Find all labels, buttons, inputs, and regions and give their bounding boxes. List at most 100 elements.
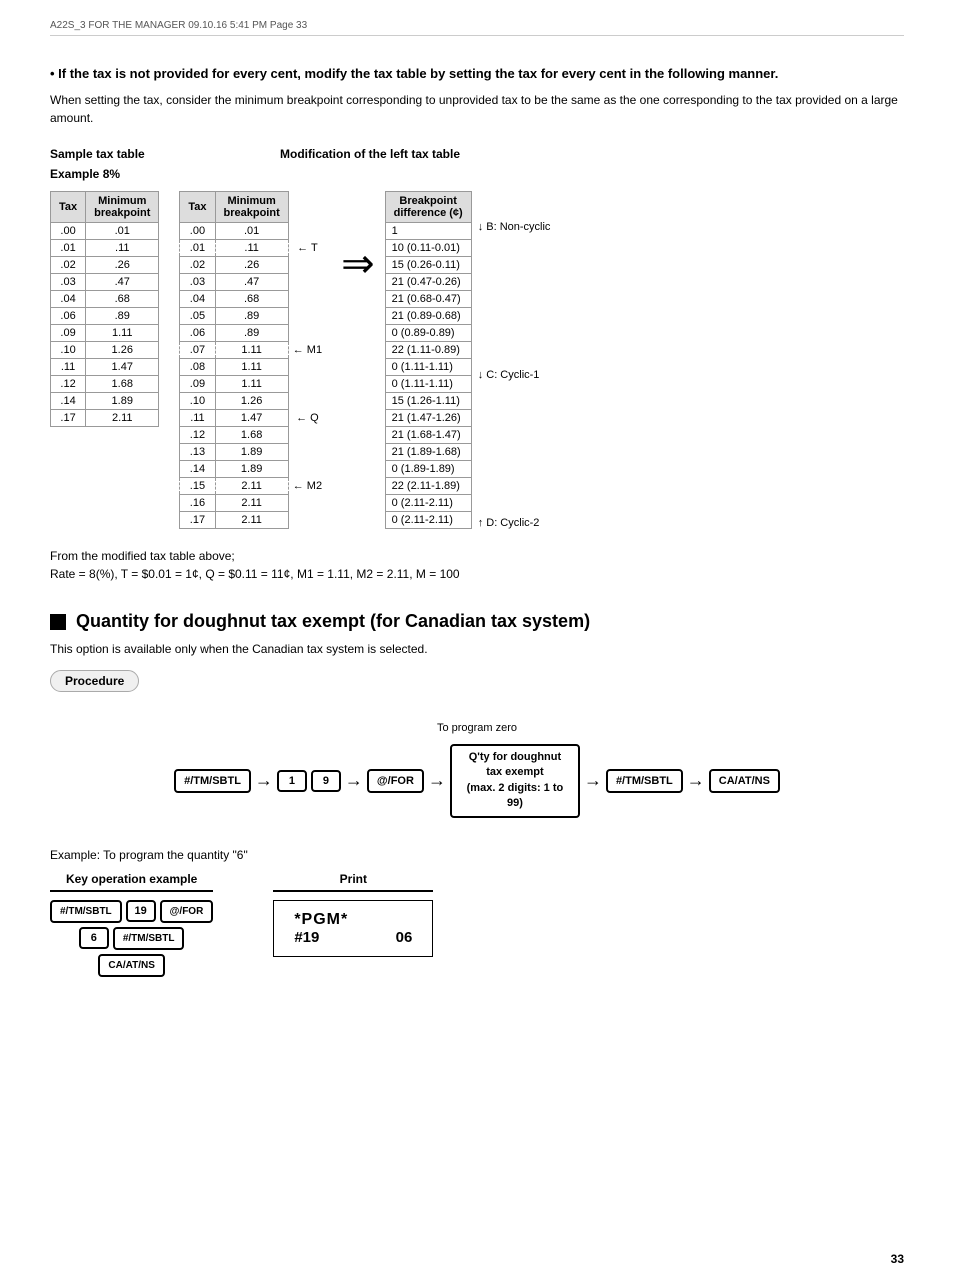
flow-key-tmstbl: #/TM/SBTL xyxy=(174,769,251,793)
ex-key-6: 6 xyxy=(79,927,109,949)
table-row: 21 (0.89-0.68) xyxy=(385,308,471,325)
table-row: 0 (1.89-1.89) xyxy=(385,461,471,478)
table-row: 0 (0.89-0.89) xyxy=(385,325,471,342)
modification-label: Modification of the left tax table xyxy=(280,147,460,161)
table-row: 0 (1.11-1.11) xyxy=(385,359,471,376)
table-row: .111.47 xyxy=(51,359,159,376)
key-op-title: Key operation example xyxy=(50,872,213,892)
key-op-rows: #/TM/SBTL 19 @/FOR 6 #/TM/SBTL CA/AT/NS xyxy=(50,900,213,977)
print-title: Print xyxy=(273,872,433,892)
flow-diagram: #/TM/SBTL → 1 9 → @/FOR → Q'ty for dough… xyxy=(50,744,904,818)
flow-key-9: 9 xyxy=(311,770,341,792)
section-title: Quantity for doughnut tax exempt (for Ca… xyxy=(76,611,590,632)
table-row: .121.68 xyxy=(51,376,159,393)
table-row: 0 (2.11-2.11) xyxy=(385,495,471,512)
print-pgm: *PGM* xyxy=(294,911,412,929)
availability-text: This option is available only when the C… xyxy=(50,642,904,656)
table-row: .05.89 xyxy=(180,308,331,325)
col-tax: Tax xyxy=(51,192,86,223)
table-row: 21 (1.68-1.47) xyxy=(385,427,471,444)
table-row: .04.68 xyxy=(51,291,159,308)
flow-arrow-2: → xyxy=(345,770,363,791)
table-labels-row: Sample tax table Example 8% Modification… xyxy=(50,147,904,187)
sample-tax-table: Tax Minimumbreakpoint .00.01.01.11.02.26… xyxy=(50,191,159,427)
flow-label-above: To program zero xyxy=(50,722,904,734)
modified-table-group: Tax Minimumbreakpoint .00.01.01.11← T.02… xyxy=(179,191,331,529)
ex-key-tmstbl: #/TM/SBTL xyxy=(50,900,122,923)
table-row: .162.11 xyxy=(180,495,331,512)
flow-arrow-1: → xyxy=(255,770,273,791)
bp-label-item: ↓ B: Non-cyclic xyxy=(478,221,551,233)
table-row: .172.11 xyxy=(180,512,331,529)
table-row: 1 xyxy=(385,223,471,240)
flow-key-caatns: CA/AT/NS xyxy=(709,769,780,793)
modified-area: Tax Minimumbreakpoint .00.01.01.11← T.02… xyxy=(179,191,550,529)
flow-key-program: Q'ty for doughnuttax exempt(max. 2 digit… xyxy=(450,744,580,818)
print-box: *PGM* #19 06 xyxy=(273,900,433,957)
table-row: .141.89 xyxy=(180,461,331,478)
ex-key-for: @/FOR xyxy=(160,900,214,923)
table-row: .131.89 xyxy=(180,444,331,461)
table-row: .101.26 xyxy=(180,393,331,410)
table-row: .02.26 xyxy=(51,257,159,274)
table-row: 0 (2.11-2.11) xyxy=(385,512,471,529)
mod-col-marker xyxy=(288,192,330,223)
table-row: .101.26 xyxy=(51,342,159,359)
print-row: #19 06 xyxy=(294,929,412,946)
bp-header: Breakpointdifference (¢) xyxy=(385,192,471,223)
bp-label-item: ↑ D: Cyclic-2 xyxy=(478,517,551,529)
flow-diagram-container: To program zero #/TM/SBTL → 1 9 → @/FOR … xyxy=(50,722,904,818)
from-modified-line1: From the modified tax table above; xyxy=(50,549,904,563)
table-row: .172.11 xyxy=(51,410,159,427)
table-label-right: Modification of the left tax table xyxy=(280,147,460,187)
sample-table-label1: Sample tax table xyxy=(50,147,250,161)
table-row: .091.11 xyxy=(51,325,159,342)
ex-key-caatns: CA/AT/NS xyxy=(98,954,164,977)
mod-col-tax: Tax xyxy=(180,192,215,223)
modified-tax-table: Tax Minimumbreakpoint .00.01.01.11← T.02… xyxy=(179,191,331,529)
breakpoint-area: Breakpointdifference (¢) 110 (0.11-0.01)… xyxy=(385,191,551,529)
table-row: 15 (1.26-1.11) xyxy=(385,393,471,410)
black-square-icon xyxy=(50,614,66,630)
key-op-row-2: 6 #/TM/SBTL xyxy=(79,927,185,950)
table-row: .00.01 xyxy=(180,223,331,240)
breakpoint-table: Breakpointdifference (¢) 110 (0.11-0.01)… xyxy=(385,191,472,529)
table-row: 0 (1.11-1.11) xyxy=(385,376,471,393)
key-op-row-1: #/TM/SBTL 19 @/FOR xyxy=(50,900,213,923)
bullet-sub-text: When setting the tax, consider the minim… xyxy=(50,91,904,127)
flow-key-for: @/FOR xyxy=(367,769,424,793)
table-row: .081.11 xyxy=(180,359,331,376)
rate-line: Rate = 8(%), T = $0.01 = 1¢, Q = $0.11 =… xyxy=(50,567,904,581)
table-row: .02.26 xyxy=(180,257,331,274)
sample-table-label2: Example 8% xyxy=(50,167,250,181)
table-row: .141.89 xyxy=(51,393,159,410)
bullet-section: • If the tax is not provided for every c… xyxy=(50,66,904,127)
table-row: .06.89 xyxy=(180,325,331,342)
bp-right-labels: ↓ B: Non-cyclic ↓ C: Cyclic-1 ↑ D: Cyclic-… xyxy=(472,191,551,529)
table-row: 21 (1.47-1.26) xyxy=(385,410,471,427)
page-number: 33 xyxy=(891,1252,904,1266)
bp-label-item: ↓ C: Cyclic-1 xyxy=(478,369,551,381)
print-section: Print *PGM* #19 06 xyxy=(273,872,433,957)
table-row: .121.68 xyxy=(180,427,331,444)
example-columns: Key operation example #/TM/SBTL 19 @/FOR… xyxy=(50,872,904,977)
ex-key-19: 19 xyxy=(126,900,156,922)
table-row: 22 (2.11-1.89) xyxy=(385,478,471,495)
table-row: .03.47 xyxy=(180,274,331,291)
table-row: .01.11← T xyxy=(180,240,331,257)
flow-key-tmstbl2: #/TM/SBTL xyxy=(606,769,683,793)
example-title: Example: To program the quantity "6" xyxy=(50,848,904,862)
bp-flex: Breakpointdifference (¢) 110 (0.11-0.01)… xyxy=(385,191,551,529)
big-arrow: ⇒ xyxy=(341,241,375,287)
ex-key-tmstbl2: #/TM/SBTL xyxy=(113,927,185,950)
mod-col-minbp: Minimumbreakpoint xyxy=(215,192,288,223)
print-06: 06 xyxy=(396,929,413,946)
col-min-bp: Minimumbreakpoint xyxy=(86,192,159,223)
table-row: 15 (0.26-0.11) xyxy=(385,257,471,274)
flow-arrow-3: → xyxy=(428,770,446,791)
table-row: 21 (0.47-0.26) xyxy=(385,274,471,291)
header-bar: A22S_3 FOR THE MANAGER 09.10.16 5:41 PM … xyxy=(50,20,904,36)
procedure-button: Procedure xyxy=(50,670,139,692)
table-row: .06.89 xyxy=(51,308,159,325)
table-row: .04.68 xyxy=(180,291,331,308)
